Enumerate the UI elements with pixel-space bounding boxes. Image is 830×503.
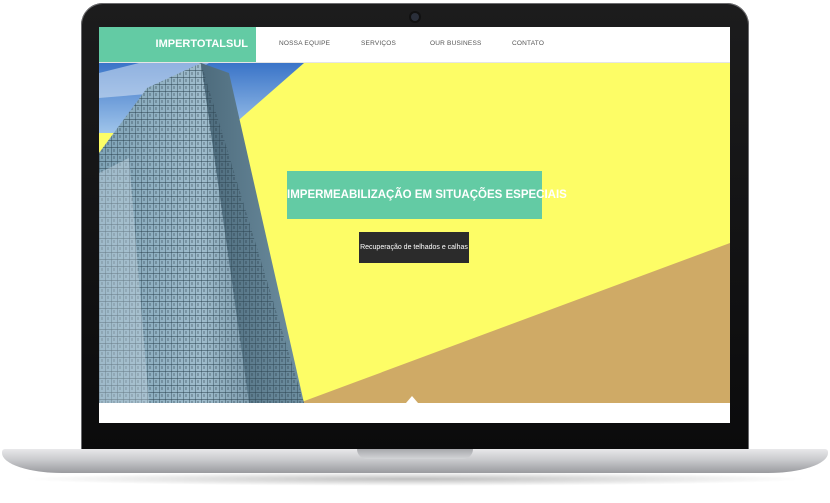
- nav-item-nossa-equipe[interactable]: NOSSA EQUIPE: [279, 27, 330, 62]
- browser-screen: IMPERTOTALSUL NOSSA EQUIPE SERVIÇOS OUR …: [99, 27, 730, 423]
- laptop-shadow: [20, 472, 810, 486]
- laptop-notch: [357, 449, 473, 459]
- nav-item-servicos[interactable]: SERVIÇOS: [361, 27, 396, 62]
- nav-item-contato[interactable]: CONTATO: [512, 27, 544, 62]
- scroll-caret-icon[interactable]: [406, 396, 418, 403]
- camera-icon: [411, 13, 419, 21]
- nav-item-our-business[interactable]: OUR BUSINESS: [430, 27, 482, 62]
- section-below: [99, 403, 730, 423]
- top-navbar: IMPERTOTALSUL NOSSA EQUIPE SERVIÇOS OUR …: [99, 27, 730, 63]
- hero-headline: IMPERMEABILIZAÇÃO EM SITUAÇÕES ESPECIAIS: [287, 171, 567, 219]
- hero-tan-band: [299, 243, 730, 403]
- brand-logo[interactable]: IMPERTOTALSUL: [99, 27, 256, 62]
- hero-cta-button[interactable]: Recuperação de telhados e calhas: [359, 232, 469, 263]
- hero-banner: IMPERMEABILIZAÇÃO EM SITUAÇÕES ESPECIAIS…: [99, 63, 730, 403]
